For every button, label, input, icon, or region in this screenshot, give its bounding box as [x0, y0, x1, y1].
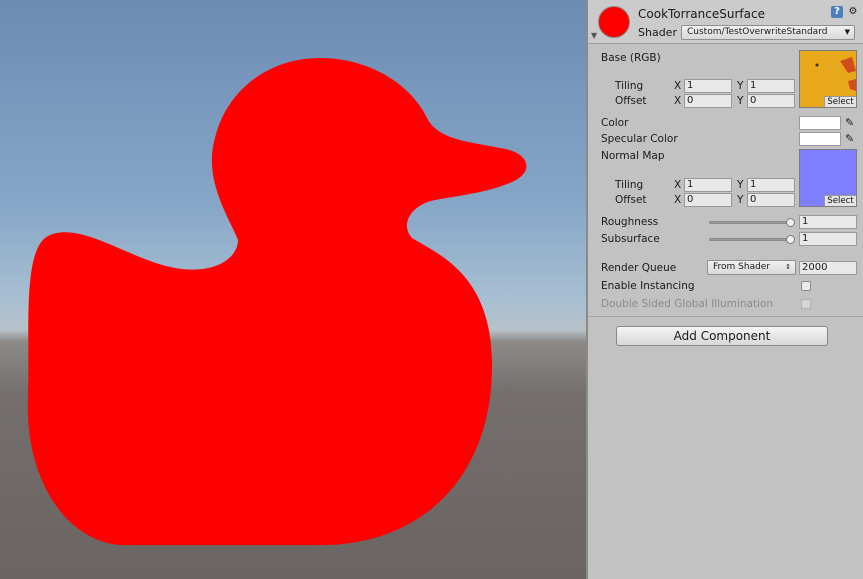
base-texture-slot[interactable]: Select	[799, 50, 857, 108]
chevron-down-icon: ⇕	[785, 263, 791, 271]
add-component-button[interactable]: Add Component	[616, 326, 828, 346]
eyedropper-icon[interactable]: ✎	[845, 116, 857, 130]
normal-tiling-x-field[interactable]: 1	[684, 178, 732, 192]
inspector-panel: ▼ CookTorranceSurface ? ⚙ Shader Custom/…	[588, 0, 863, 579]
section-divider	[588, 316, 863, 317]
base-offset-x-axis: X	[674, 95, 682, 107]
fold-arrow-icon[interactable]: ▼	[591, 31, 597, 40]
base-offset-label: Offset	[615, 95, 647, 107]
specular-color-label: Specular Color	[601, 133, 678, 145]
render-queue-mode: From Shader	[713, 262, 771, 272]
render-queue-field[interactable]: 2000	[799, 261, 857, 275]
double-sided-gi-checkbox	[801, 299, 811, 309]
roughness-field[interactable]: 1	[799, 215, 857, 229]
base-offset-y-field[interactable]: 0	[747, 94, 795, 108]
base-texture-select-button[interactable]: Select	[824, 96, 856, 107]
render-queue-label: Render Queue	[601, 262, 677, 274]
subsurface-label: Subsurface	[601, 233, 660, 245]
normal-tiling-y-axis: Y	[737, 179, 744, 191]
normal-offset-y-axis: Y	[737, 194, 744, 206]
normal-offset-x-field[interactable]: 0	[684, 193, 732, 207]
eyedropper-icon[interactable]: ✎	[845, 132, 857, 146]
base-tiling-x-axis: X	[674, 80, 682, 92]
chevron-down-icon: ▼	[844, 28, 850, 36]
enable-instancing-label: Enable Instancing	[601, 280, 695, 292]
normal-map-label: Normal Map	[601, 150, 665, 162]
duck-model	[27, 58, 527, 545]
roughness-slider[interactable]	[709, 221, 795, 224]
enable-instancing-checkbox[interactable]	[801, 281, 811, 291]
normal-tiling-x-axis: X	[674, 179, 682, 191]
help-icon[interactable]: ?	[831, 6, 843, 18]
base-offset-x-field[interactable]: 0	[684, 94, 732, 108]
base-offset-y-axis: Y	[737, 95, 744, 107]
normal-offset-x-axis: X	[674, 194, 682, 206]
specular-color-field[interactable]	[799, 132, 841, 146]
base-tiling-x-field[interactable]: 1	[684, 79, 732, 93]
normal-offset-label: Offset	[615, 194, 647, 206]
base-tiling-y-axis: Y	[737, 80, 744, 92]
double-sided-gi-label: Double Sided Global Illumination	[601, 298, 774, 310]
normal-tiling-label: Tiling	[615, 179, 644, 191]
subsurface-slider-thumb[interactable]	[786, 235, 795, 244]
render-queue-dropdown[interactable]: From Shader ⇕	[707, 260, 796, 275]
base-tiling-y-field[interactable]: 1	[747, 79, 795, 93]
material-header: ▼ CookTorranceSurface ? ⚙ Shader Custom/…	[588, 0, 863, 44]
scene-viewport[interactable]	[0, 0, 586, 579]
normal-texture-select-button[interactable]: Select	[824, 195, 856, 206]
normal-offset-y-field[interactable]: 0	[747, 193, 795, 207]
shader-value: Custom/TestOverwriteStandard	[687, 27, 828, 37]
shader-dropdown[interactable]: Custom/TestOverwriteStandard ▼	[681, 25, 855, 40]
roughness-label: Roughness	[601, 216, 659, 228]
normal-tiling-y-field[interactable]: 1	[747, 178, 795, 192]
base-map-label: Base (RGB)	[601, 52, 661, 64]
shader-label: Shader	[638, 26, 677, 39]
roughness-slider-thumb[interactable]	[786, 218, 795, 227]
subsurface-slider[interactable]	[709, 238, 795, 241]
color-label: Color	[601, 117, 629, 129]
material-preview-swatch	[598, 6, 630, 38]
material-name: CookTorranceSurface	[638, 7, 765, 21]
normal-texture-slot[interactable]: Select	[799, 149, 857, 207]
gear-icon[interactable]: ⚙	[847, 6, 859, 18]
base-tiling-label: Tiling	[615, 80, 644, 92]
color-field[interactable]	[799, 116, 841, 130]
subsurface-field[interactable]: 1	[799, 232, 857, 246]
